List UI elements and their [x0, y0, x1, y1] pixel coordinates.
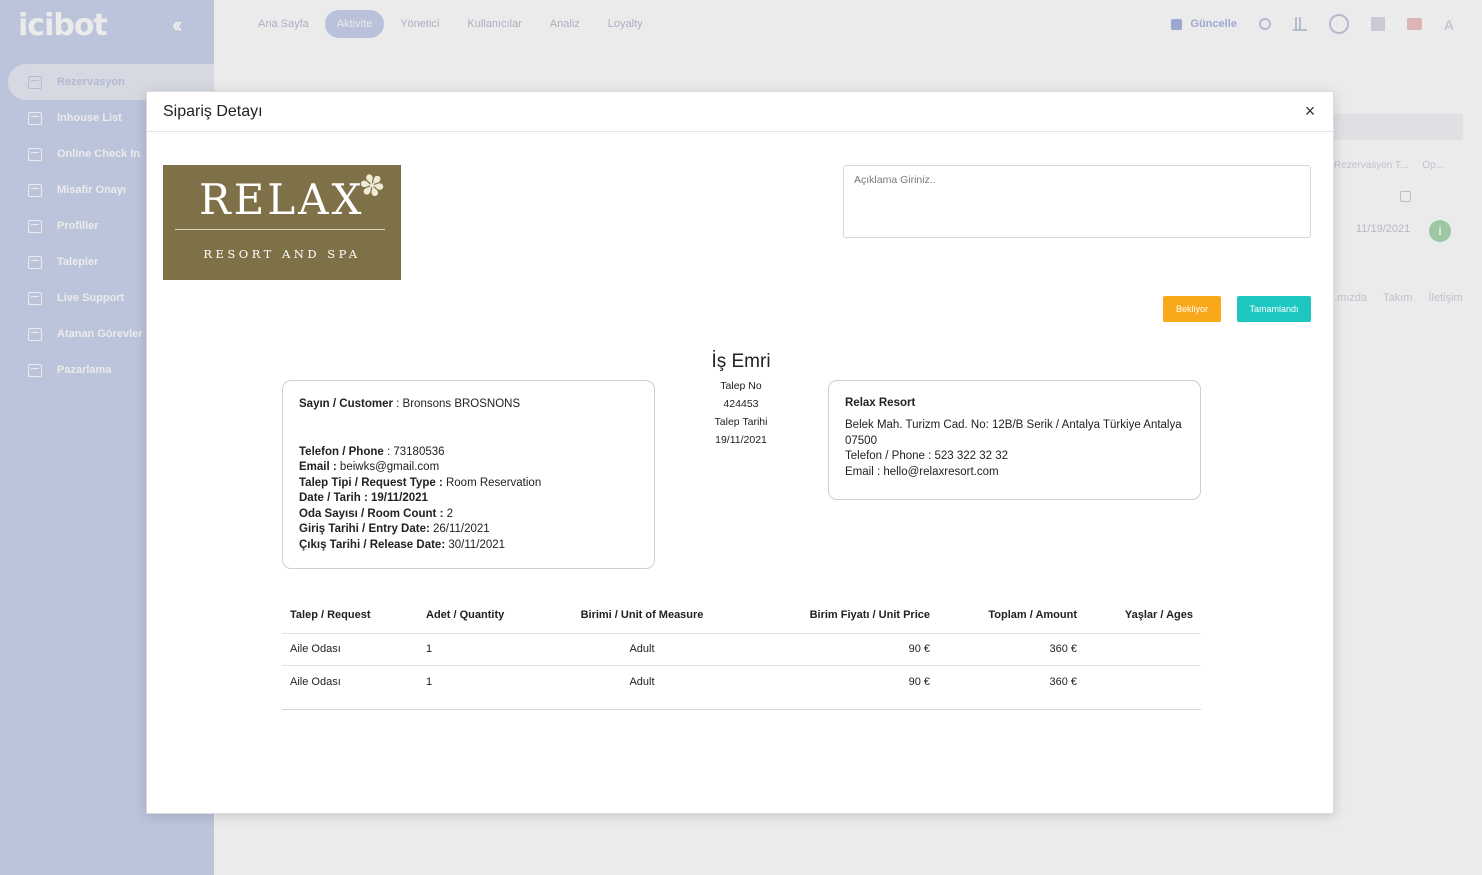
request-no-value: 424453 — [723, 398, 759, 410]
room-count-label: Oda Sayısı / Room Count : — [299, 507, 444, 520]
col-unit-price: Birim Fiyatı / Unit Price — [730, 597, 938, 634]
date-row: Date / Tarih : 19/11/2021 — [299, 491, 638, 507]
col-ages: Yaşlar / Ages — [1085, 597, 1201, 634]
order-detail-modal: Sipariş Detayı × RELAX ✽ RESORT AND SPA … — [146, 91, 1334, 814]
date-label: Date / Tarih : 19/11/2021 — [299, 492, 428, 504]
phone-value: 73180536 — [393, 445, 445, 458]
cell-quantity: 1 — [418, 665, 554, 710]
work-order-title: İş Emri — [711, 351, 771, 372]
logo-name: RELAX — [199, 175, 365, 224]
cell-unit-price: 90 € — [730, 665, 938, 710]
entry-date-label: Giriş Tarihi / Entry Date: — [299, 523, 430, 535]
hotel-email: Email : hello@relaxresort.com — [845, 465, 999, 478]
col-unit: Birimi / Unit of Measure — [554, 597, 730, 634]
request-no-label: Talep No — [720, 380, 762, 392]
phone-label: Telefon / Phone — [299, 445, 384, 458]
cell-request: Aile Odası — [282, 665, 418, 710]
col-quantity: Adet / Quantity — [418, 597, 554, 634]
modal-header: Sipariş Detayı — [147, 92, 1333, 132]
request-date-value: 19/11/2021 — [715, 434, 767, 446]
entry-date-value: 26/11/2021 — [433, 523, 490, 535]
logo-subtitle: RESORT AND SPA — [203, 247, 361, 261]
col-request: Talep / Request — [282, 597, 418, 634]
room-count-row: Oda Sayısı / Room Count : 2 — [299, 507, 638, 523]
cell-unit-price: 90 € — [730, 633, 938, 666]
table-header-row: Talep / Request Adet / Quantity Birimi /… — [282, 597, 1201, 634]
customer-label: Sayın / Customer — [299, 398, 393, 410]
room-count-value: 2 — [446, 507, 454, 520]
cell-amount: 360 € — [938, 633, 1085, 666]
customer-value: Bronsons BROSNONS — [402, 398, 521, 410]
email-value: beiwks@gmail.com — [339, 461, 440, 473]
cell-unit: Adult — [554, 665, 730, 710]
hotel-name: Relax Resort — [845, 397, 916, 409]
phone-row: Telefon / Phone : 73180536 — [299, 445, 445, 458]
hotel-address: Belek Mah. Turizm Cad. No: 12B/B Serik /… — [845, 419, 1182, 447]
hotel-logo: RELAX ✽ RESORT AND SPA — [163, 165, 401, 280]
entry-date-row: Giriş Tarihi / Entry Date: 26/11/2021 — [299, 522, 638, 538]
request-type-row: Talep Tipi / Request Type : Room Reserva… — [299, 476, 638, 492]
cell-request: Aile Odası — [282, 633, 418, 666]
waiting-button[interactable]: Bekliyor — [1163, 296, 1221, 322]
work-order-header: İş Emri Talep No 424453 Talep Tarihi 19/… — [691, 351, 791, 449]
hotel-card: Relax Resort Belek Mah. Turizm Cad. No: … — [828, 380, 1201, 500]
cell-ages — [1085, 665, 1201, 710]
request-type-label: Talep Tipi / Request Type : — [299, 476, 443, 489]
email-row: Email : beiwks@gmail.com — [299, 460, 638, 476]
release-date-row: Çıkış Tarihi / Release Date: 30/11/2021 — [299, 538, 638, 554]
cell-quantity: 1 — [418, 633, 554, 666]
hotel-phone: Telefon / Phone : 523 322 32 32 — [845, 450, 1009, 462]
release-date-label: Çıkış Tarihi / Release Date: — [299, 538, 446, 551]
table-row: Aile Odası 1 Adult 90 € 360 € — [282, 633, 1201, 666]
close-icon[interactable]: × — [1301, 101, 1319, 122]
cell-unit: Adult — [554, 633, 730, 666]
customer-row: Sayın / Customer : Bronsons BROSNONS — [299, 398, 521, 410]
cell-amount: 360 € — [938, 665, 1085, 710]
request-type-value: Room Reservation — [445, 476, 542, 489]
col-amount: Toplam / Amount — [938, 597, 1085, 634]
note-field[interactable] — [843, 165, 1311, 238]
order-items-table: Talep / Request Adet / Quantity Birimi /… — [282, 597, 1201, 710]
cell-ages — [1085, 633, 1201, 666]
completed-button[interactable]: Tamamlandı — [1237, 296, 1311, 322]
logo-divider — [175, 229, 385, 230]
request-date-label: Talep Tarihi — [714, 416, 768, 428]
modal-title: Sipariş Detayı — [163, 102, 263, 120]
customer-card: Sayın / Customer : Bronsons BROSNONS Tel… — [282, 380, 655, 569]
release-date-value: 30/11/2021 — [448, 538, 506, 551]
email-label: Email : — [299, 461, 337, 473]
table-row: Aile Odası 1 Adult 90 € 360 € — [282, 665, 1201, 710]
